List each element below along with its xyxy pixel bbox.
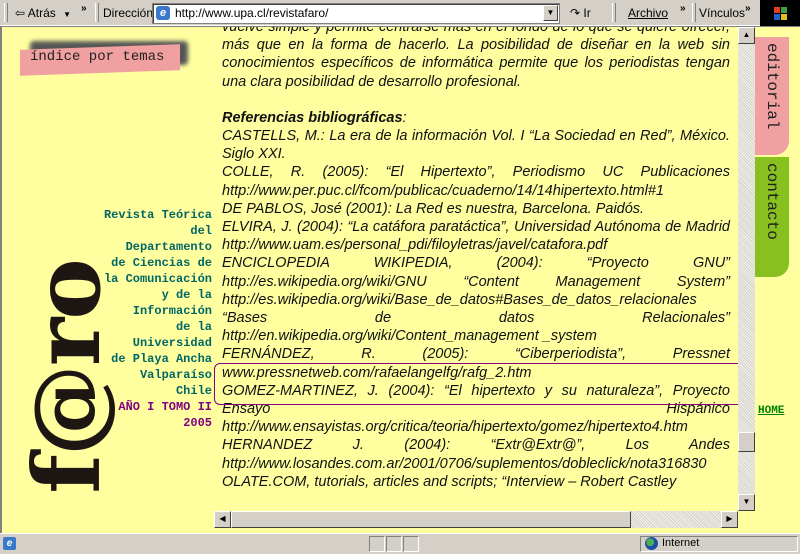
- scroll-up-icon[interactable]: ▲: [738, 27, 755, 44]
- article-content: vuelve simple y permite centrarse más en…: [222, 27, 730, 491]
- issue-label: AÑO I TOMO II: [118, 400, 212, 414]
- back-dropdown-icon[interactable]: ▼: [63, 10, 71, 19]
- reference-highlight-box: [214, 363, 751, 405]
- links-more-chevron[interactable]: »: [745, 3, 750, 14]
- scroll-left-icon[interactable]: ◀: [214, 511, 231, 528]
- menu-archivo[interactable]: Archivo: [628, 4, 668, 22]
- toolbar-grip[interactable]: [95, 3, 99, 22]
- home-link[interactable]: HOME: [758, 405, 784, 417]
- ie-page-icon: e: [156, 6, 170, 20]
- status-bar: e Internet: [0, 533, 800, 554]
- toolbar-grip[interactable]: [612, 3, 616, 22]
- status-pane: [403, 536, 419, 552]
- horizontal-scroll-thumb[interactable]: [231, 511, 631, 528]
- info-line: la Comunicación: [103, 272, 212, 286]
- info-line: Valparaíso: [139, 368, 212, 382]
- zone-label: Internet: [662, 537, 700, 549]
- contacto-tab-label: contacto: [763, 163, 781, 240]
- back-arrow-icon: ⇦: [15, 6, 26, 20]
- index-by-topic-tab[interactable]: índice por temas: [20, 41, 188, 76]
- go-button[interactable]: ↷ Ir: [570, 4, 591, 22]
- faro-logo[interactable]: f@ro: [13, 242, 121, 512]
- info-line: Departamento: [125, 240, 212, 254]
- address-label: Dirección: [103, 6, 154, 20]
- status-pane: [369, 536, 385, 552]
- internet-globe-icon: [645, 537, 658, 550]
- toolbar-grip[interactable]: [4, 3, 8, 22]
- go-arrow-icon: ↷: [570, 6, 581, 20]
- address-bar[interactable]: e http://www.upa.cl/revistafaro/ ▼: [152, 3, 560, 24]
- year-label: 2005: [183, 416, 212, 430]
- editorial-tab[interactable]: editorial: [755, 37, 789, 155]
- toolbar-grip[interactable]: [692, 3, 696, 22]
- reference-item: CASTELLS, M.: La era de la información V…: [222, 128, 730, 163]
- vertical-scrollbar[interactable]: ▲ ▼: [738, 27, 755, 511]
- info-line: Chile: [175, 384, 212, 398]
- reference-item[interactable]: COLLE, R. (2005): “El Hipertexto”, Perio…: [222, 163, 730, 199]
- references-heading-text: Referencias bibliográficas: [222, 109, 403, 126]
- info-line: Universidad: [132, 336, 212, 350]
- scroll-right-icon[interactable]: ▶: [721, 511, 738, 528]
- journal-info: Revista Teórica del Departamento de Cien…: [104, 207, 212, 431]
- reference-item[interactable]: HERNANDEZ J. (2004): “Extr@Extr@”, Los A…: [222, 436, 730, 472]
- status-text-pane: [2, 536, 368, 552]
- web-page: índice por temas f@ro Revista Teórica de…: [0, 27, 800, 533]
- info-line: Revista Teórica: [103, 208, 212, 222]
- reference-item[interactable]: ELVIRA, J. (2004): “La catáfora paratáct…: [222, 218, 730, 254]
- contacto-tab[interactable]: contacto: [755, 157, 789, 277]
- info-line: de Ciencias de: [111, 256, 212, 270]
- address-dropdown-icon[interactable]: ▼: [543, 5, 558, 21]
- references-colon: :: [402, 109, 407, 126]
- address-input[interactable]: http://www.upa.cl/revistafaro/: [175, 5, 328, 21]
- reference-item[interactable]: ENCICLOPEDIA WIKIPEDIA, (2004): “Proyect…: [222, 254, 730, 345]
- info-line: del: [190, 224, 212, 238]
- index-tab-label: índice por temas: [30, 49, 165, 65]
- toolbar-more-chevron[interactable]: »: [81, 3, 86, 14]
- links-label[interactable]: Vínculos: [699, 4, 745, 22]
- reference-item[interactable]: OLATE.COM, tutorials, articles and scrip…: [222, 473, 730, 491]
- horizontal-scrollbar[interactable]: ◀ ▶: [214, 511, 738, 528]
- info-line: y de la: [161, 288, 212, 302]
- back-label: Atrás: [27, 6, 56, 20]
- info-line: Información: [132, 304, 212, 318]
- status-pane: [386, 536, 402, 552]
- back-button[interactable]: ⇦ Atrás ▼: [15, 4, 71, 22]
- menu-more-chevron[interactable]: »: [680, 3, 685, 14]
- reference-item: DE PABLOS, José (2001): La Red es nuestr…: [222, 200, 645, 217]
- info-line: de la: [175, 320, 212, 334]
- vertical-scroll-thumb[interactable]: [738, 432, 755, 452]
- windows-logo-icon: [760, 0, 800, 26]
- references-heading: Referencias bibliográficas:: [222, 109, 730, 127]
- editorial-tab-label: editorial: [763, 43, 781, 130]
- info-line: de Playa Ancha: [111, 352, 212, 366]
- article-paragraph: vuelve simple y permite centrarse más en…: [222, 27, 730, 90]
- scroll-down-icon[interactable]: ▼: [738, 494, 755, 511]
- browser-toolbar: ⇦ Atrás ▼ » Dirección e http://www.upa.c…: [0, 0, 800, 27]
